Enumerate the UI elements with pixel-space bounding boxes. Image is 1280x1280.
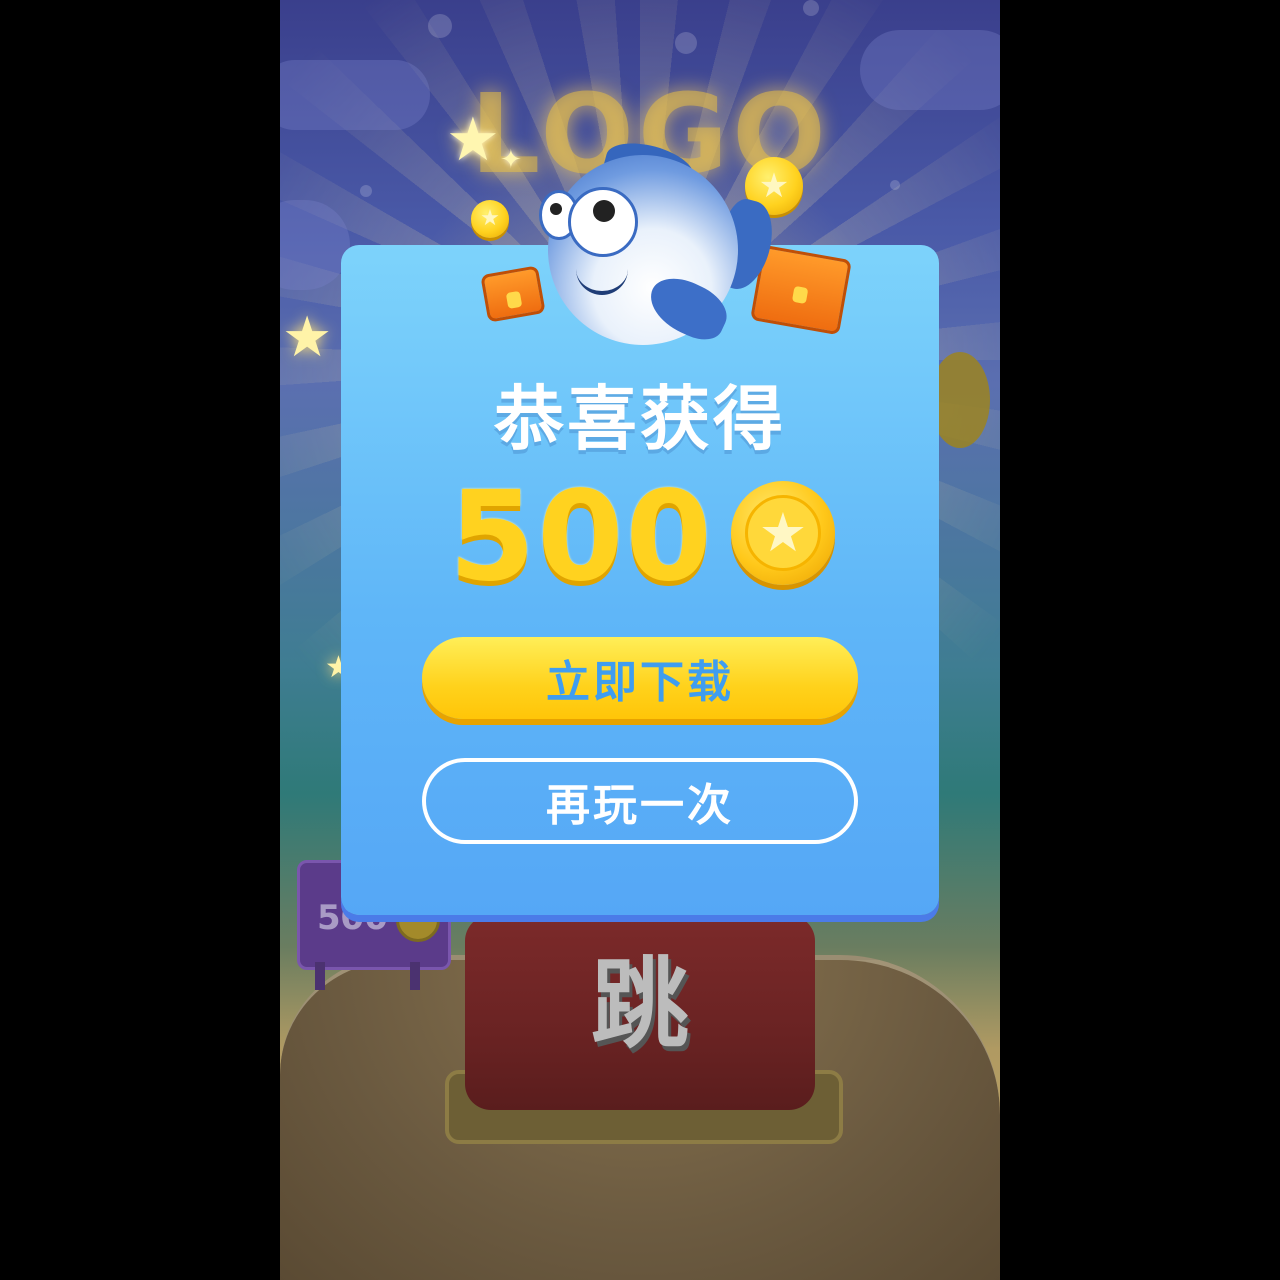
lock-icon — [791, 285, 809, 304]
reward-dialog: 恭喜获得 500 ★ 立即下载 再玩一次 — [341, 245, 939, 915]
bubble — [675, 32, 697, 54]
star-coin-icon: ★ — [731, 481, 835, 585]
lock-icon — [505, 290, 523, 309]
cloud — [860, 30, 1000, 110]
sign-leg — [315, 962, 325, 990]
sparkle-icon: ✦ — [500, 145, 522, 175]
replay-button[interactable]: 再玩一次 — [422, 758, 858, 844]
star-icon: ★ — [446, 105, 500, 175]
reward-row: 500 — [341, 467, 939, 607]
star-coin-icon: ★ — [471, 200, 509, 238]
dialog-title: 恭喜获得 — [494, 378, 786, 460]
fish-eye — [568, 187, 638, 257]
reward-amount: 500 — [449, 465, 714, 609]
download-button[interactable]: 立即下载 — [422, 637, 858, 719]
coin-icon — [930, 352, 990, 448]
sign-leg — [410, 962, 420, 990]
bubble — [360, 185, 372, 197]
jump-button[interactable]: 跳 — [465, 915, 815, 1110]
bubble — [428, 14, 452, 38]
fish-pupil — [550, 203, 562, 215]
fish-pupil — [593, 200, 615, 222]
star-icon: ★ — [282, 305, 333, 370]
star-icon: ★ — [745, 495, 821, 571]
bubble — [890, 180, 900, 190]
jump-button-label: 跳 — [590, 948, 689, 1062]
bubble — [803, 0, 819, 16]
cloud — [280, 60, 430, 130]
game-screen: LOGO ★ ★ 500 跳 恭喜获得 500 ★ 立即下载 再玩一次 ★ ✦ … — [280, 0, 1000, 1280]
treasure-chest-icon — [480, 265, 546, 323]
